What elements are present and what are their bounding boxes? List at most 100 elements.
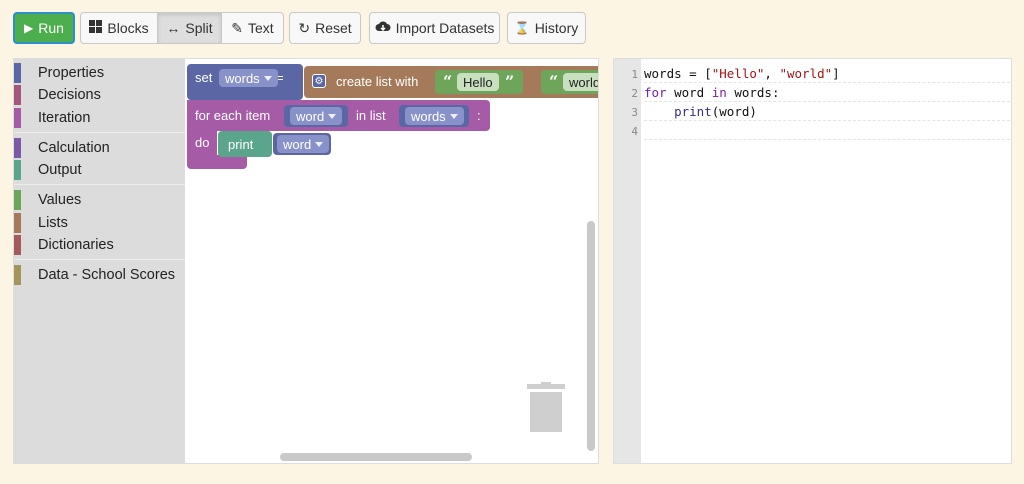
split-view-button[interactable]: ↔ Split: [157, 12, 222, 44]
category-color-swatch: [14, 160, 21, 180]
category-color-swatch: [14, 138, 21, 158]
blocks-label: Blocks: [107, 20, 149, 36]
variable-dropdown[interactable]: word: [277, 135, 330, 153]
category-label: Calculation: [38, 140, 110, 156]
category-color-swatch: [14, 265, 21, 285]
toolbox-category-calculation[interactable]: Calculation: [14, 137, 185, 159]
category-label: Iteration: [38, 110, 91, 126]
hourglass-icon: ⌛: [514, 21, 530, 35]
toolbox-separator: [14, 132, 185, 133]
vertical-scrollbar[interactable]: [587, 221, 595, 451]
variable-dropdown[interactable]: words: [219, 69, 278, 87]
toolbox-category-properties[interactable]: Properties: [14, 62, 185, 84]
do-label: do: [195, 135, 210, 150]
variable-name: word: [296, 108, 325, 124]
open-quote-icon: “: [549, 72, 559, 91]
text-value-block[interactable]: “ Hello ”: [435, 70, 523, 94]
line-number: 2: [631, 87, 638, 100]
variable-dropdown[interactable]: words: [405, 107, 464, 125]
code-line[interactable]: print(word): [644, 102, 1010, 121]
toolbox-separator: [14, 259, 185, 260]
gear-icon[interactable]: ⚙: [312, 74, 326, 88]
code-line[interactable]: words = ["Hello", "world"]: [644, 64, 1010, 83]
variable-block[interactable]: word: [284, 105, 348, 127]
category-label: Data - School Scores: [38, 267, 176, 283]
category-label: Values: [38, 192, 82, 208]
run-button[interactable]: ▶ Run: [13, 12, 75, 44]
code-token: ]: [832, 66, 840, 81]
variable-name: words: [411, 108, 446, 124]
blocks-view-button[interactable]: Blocks: [80, 12, 158, 44]
category-color-swatch: [14, 85, 21, 105]
line-number: 3: [631, 106, 638, 119]
grid-icon: [89, 20, 103, 36]
line-number-gutter: 1 2 3 4: [614, 59, 641, 463]
pencil-icon: ✎: [231, 19, 244, 36]
string-token: "world": [779, 66, 833, 81]
chevron-down-icon: [449, 113, 458, 119]
variable-name: words: [225, 70, 260, 86]
set-label: set: [195, 70, 213, 85]
trash-icon[interactable]: [527, 382, 565, 439]
category-color-swatch: [14, 108, 21, 128]
text-value-field[interactable]: world: [563, 73, 598, 91]
line-number: 1: [631, 68, 638, 81]
builtin-token: print: [674, 104, 712, 119]
toolbox: Properties Decisions Iteration Calculati…: [14, 59, 185, 463]
toolbox-category-output[interactable]: Output: [14, 159, 185, 181]
code-token: ,: [764, 66, 780, 81]
open-quote-icon: “: [443, 72, 453, 91]
category-color-swatch: [14, 63, 21, 83]
category-color-swatch: [14, 213, 21, 233]
import-label: Import Datasets: [395, 20, 495, 36]
text-value-field[interactable]: Hello: [457, 73, 499, 91]
refresh-icon: ↻: [298, 19, 311, 36]
toolbox-category-lists[interactable]: Lists: [14, 212, 185, 234]
chevron-down-icon: [263, 75, 272, 81]
create-list-label: create list with: [336, 74, 419, 89]
cloud-download-icon: [375, 20, 391, 36]
variable-block[interactable]: words: [399, 105, 469, 127]
code-token: words:: [726, 85, 780, 100]
code-line[interactable]: for word in words:: [644, 83, 1010, 102]
toolbox-category-data-school-scores[interactable]: Data - School Scores: [14, 264, 185, 286]
text-view-button[interactable]: ✎ Text: [221, 12, 284, 44]
string-token: "Hello": [711, 66, 765, 81]
history-label: History: [534, 20, 579, 36]
variable-name: word: [283, 136, 312, 152]
toolbox-separator: [14, 184, 185, 185]
variable-block[interactable]: word: [273, 133, 331, 155]
category-label: Lists: [38, 215, 68, 231]
text-label: Text: [248, 20, 274, 36]
reset-button[interactable]: ↻ Reset: [289, 12, 361, 44]
category-label: Output: [38, 162, 82, 178]
print-label: print: [228, 137, 254, 152]
toolbox-category-values[interactable]: Values: [14, 189, 185, 211]
code-token: words = [: [644, 66, 712, 81]
toolbox-category-dictionaries[interactable]: Dictionaries: [14, 234, 185, 256]
code-editor[interactable]: 1 2 3 4 words = ["Hello", "world"] for w…: [613, 58, 1012, 464]
toolbox-category-decisions[interactable]: Decisions: [14, 84, 185, 106]
variable-dropdown[interactable]: word: [290, 107, 343, 125]
in-list-label: in list: [356, 108, 386, 123]
category-label: Decisions: [38, 87, 101, 103]
import-datasets-button[interactable]: Import Datasets: [369, 12, 500, 44]
horizontal-scrollbar[interactable]: [280, 453, 472, 461]
reset-label: Reset: [315, 20, 352, 36]
run-label: Run: [38, 20, 64, 36]
code-line[interactable]: [644, 121, 1010, 140]
print-block[interactable]: print: [218, 131, 272, 157]
block-workspace: Properties Decisions Iteration Calculati…: [13, 58, 599, 464]
split-label: Split: [185, 20, 213, 36]
category-label: Dictionaries: [38, 237, 114, 253]
category-color-swatch: [14, 190, 21, 210]
keyword-token: in: [711, 85, 727, 100]
for-each-block-footer: [187, 155, 247, 169]
line-number: 4: [631, 125, 638, 138]
text-value-block[interactable]: “ world: [541, 70, 598, 94]
close-quote-icon: ”: [505, 72, 515, 91]
colon-label: :: [477, 108, 481, 123]
chevron-down-icon: [315, 141, 324, 147]
toolbox-category-iteration[interactable]: Iteration: [14, 107, 185, 129]
history-button[interactable]: ⌛ History: [507, 12, 586, 44]
